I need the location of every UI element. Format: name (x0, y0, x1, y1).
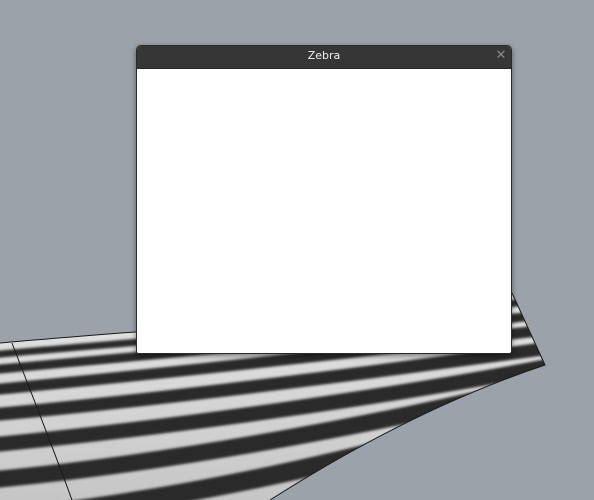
dialog-content (137, 69, 511, 353)
dialog-titlebar[interactable]: Zebra ✕ (137, 46, 511, 69)
zebra-dialog: Zebra ✕ (136, 45, 512, 354)
close-icon[interactable]: ✕ (493, 48, 509, 64)
dialog-title: Zebra (307, 49, 341, 62)
